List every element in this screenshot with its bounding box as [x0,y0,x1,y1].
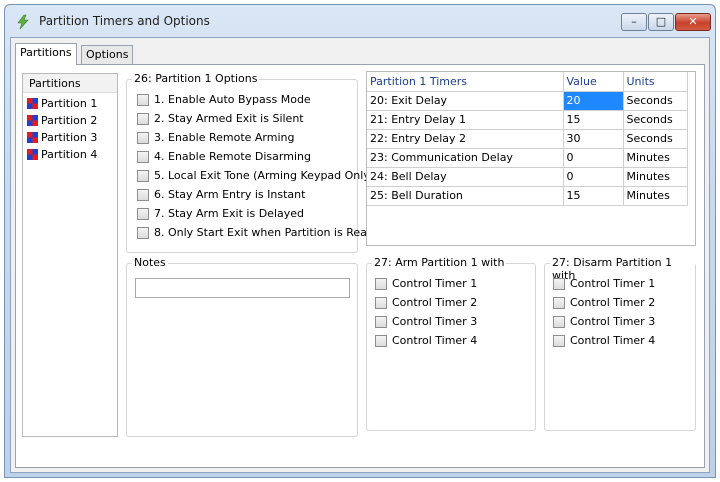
tab-options[interactable]: Options [81,45,134,65]
timer-row[interactable]: 21: Entry Delay 1 15 Seconds [367,110,688,130]
option-label: 7. Stay Arm Exit is Delayed [154,207,305,220]
partitions-tab-panel: Partitions Partition 1 Partition 2 Parti… [15,64,705,468]
timers-header-value[interactable]: Value [563,72,624,92]
timer-name-cell: 25: Bell Duration [367,186,564,206]
option-checkbox[interactable] [137,94,149,106]
timer-value-cell[interactable]: 15 [563,186,624,206]
arm-timer-label: Control Timer 1 [392,277,478,290]
title-bar[interactable]: Partition Timers and Options – □ ✕ [5,5,715,37]
partition-flag-icon [27,115,38,126]
option-label: 6. Stay Arm Entry is Instant [154,188,306,201]
option-label: 1. Enable Auto Bypass Mode [154,93,311,106]
timer-name-cell: 21: Entry Delay 1 [367,110,564,130]
app-window: Partition Timers and Options – □ ✕ Parti… [4,4,716,478]
timer-row[interactable]: 20: Exit Delay 20 Seconds [367,91,688,111]
notes-title: Notes [132,256,168,269]
option-checkbox[interactable] [137,113,149,125]
timers-header-name[interactable]: Partition 1 Timers [367,72,564,92]
timer-value-cell[interactable]: 0 [563,167,624,187]
timer-row[interactable]: 22: Entry Delay 2 30 Seconds [367,129,688,149]
timer-units-cell: Minutes [623,167,688,187]
close-icon: ✕ [688,15,698,28]
partition-label: Partition 1 [41,97,98,110]
maximize-button[interactable]: □ [648,13,674,31]
timers-header-units[interactable]: Units [623,72,688,92]
partition-flag-icon [27,149,38,160]
client-area: Partitions Options Partitions Partition … [10,37,710,473]
minimize-button[interactable]: – [621,13,647,31]
option-label: 5. Local Exit Tone (Arming Keypad Only) [154,169,375,182]
timers-table: Partition 1 Timers Value Units 20: Exit … [367,72,688,206]
arm-timer-checkbox[interactable] [375,278,387,290]
close-button[interactable]: ✕ [675,13,711,31]
tab-partitions[interactable]: Partitions [15,43,77,65]
timer-value-cell[interactable]: 30 [563,129,624,149]
arm-timer-label: Control Timer 3 [392,315,478,328]
timer-units-cell: Seconds [623,129,688,149]
partition-label: Partition 4 [41,148,98,161]
disarm-timer-label: Control Timer 1 [570,277,656,290]
maximize-icon: □ [655,15,667,28]
timer-name-cell: 24: Bell Delay [367,167,564,187]
minimize-icon: – [631,15,637,28]
window-title: Partition Timers and Options [39,14,210,28]
timer-value-cell[interactable]: 0 [563,148,624,168]
disarm-timer-checkbox[interactable] [553,297,565,309]
timer-units-cell: Minutes [623,148,688,168]
timers-grid[interactable]: Partition 1 Timers Value Units 20: Exit … [366,71,696,246]
disarm-partition-group: 27: Disarm Partition 1 with Control Time… [544,256,696,431]
disarm-timer-checkbox[interactable] [553,335,565,347]
disarm-timer-label: Control Timer 3 [570,315,656,328]
partitions-list-header-label: Partitions [29,77,81,90]
option-label: 8. Only Start Exit when Partition is Rea… [154,226,381,239]
notes-input[interactable] [135,278,350,298]
option-label: 2. Stay Armed Exit is Silent [154,112,304,125]
option-checkbox[interactable] [137,189,149,201]
timer-value-cell[interactable]: 20 [563,91,624,111]
notes-group: Notes [126,256,358,437]
timer-units-cell: Seconds [623,91,688,111]
partition-flag-icon [27,98,38,109]
arm-timer-checkbox[interactable] [375,335,387,347]
option-label: 3. Enable Remote Arming [154,131,295,144]
timer-row[interactable]: 23: Communication Delay 0 Minutes [367,148,688,168]
partition-options-group: 26: Partition 1 Options 1. Enable Auto B… [126,72,380,253]
timer-value-cell[interactable]: 15 [563,110,624,130]
disarm-timer-checkbox[interactable] [553,316,565,328]
option-checkbox[interactable] [137,227,149,239]
option-checkbox[interactable] [137,170,149,182]
disarm-timer-checkbox[interactable] [553,278,565,290]
partition-label: Partition 3 [41,131,98,144]
arm-timer-checkbox[interactable] [375,316,387,328]
arm-timer-label: Control Timer 4 [392,334,478,347]
partitions-list[interactable]: Partitions Partition 1 Partition 2 Parti… [22,73,118,437]
arm-partition-title: 27: Arm Partition 1 with [372,256,507,269]
option-checkbox[interactable] [137,132,149,144]
timer-name-cell: 23: Communication Delay [367,148,564,168]
timer-row[interactable]: 24: Bell Delay 0 Minutes [367,167,688,187]
timers-header-row: Partition 1 Timers Value Units [367,72,688,92]
disarm-timer-label: Control Timer 2 [570,296,656,309]
partition-label: Partition 2 [41,114,98,127]
arm-timer-label: Control Timer 2 [392,296,478,309]
disarm-timer-label: Control Timer 4 [570,334,656,347]
partition-flag-icon [27,132,38,143]
arm-timer-checkbox[interactable] [375,297,387,309]
timer-name-cell: 22: Entry Delay 2 [367,129,564,149]
option-label: 4. Enable Remote Disarming [154,150,311,163]
timer-units-cell: Seconds [623,110,688,130]
timer-name-cell: 20: Exit Delay [367,91,564,111]
app-logo-icon [17,14,29,30]
arm-partition-group: 27: Arm Partition 1 with Control Timer 1… [366,256,536,431]
option-checkbox[interactable] [137,151,149,163]
option-checkbox[interactable] [137,208,149,220]
timer-units-cell: Minutes [623,186,688,206]
partitions-list-header: Partitions [23,74,117,93]
partition-options-title: 26: Partition 1 Options [132,72,260,85]
timer-row[interactable]: 25: Bell Duration 15 Minutes [367,186,688,206]
